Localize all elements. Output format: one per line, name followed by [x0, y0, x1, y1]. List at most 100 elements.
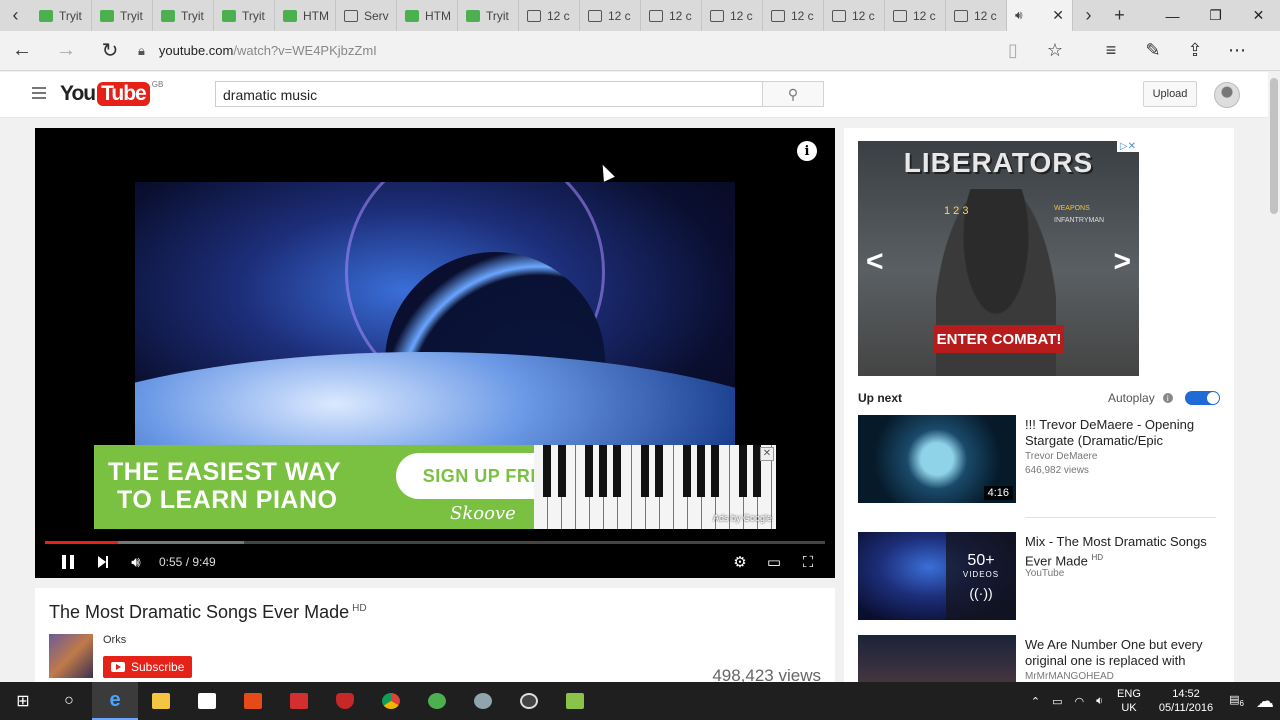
sidebar-ad[interactable]: LIBERATORS 1 2 3 WEAPONS INFANTRYMAN < >… — [858, 141, 1139, 376]
scrollbar-thumb[interactable] — [1270, 78, 1278, 214]
upload-button[interactable]: Upload — [1143, 81, 1197, 107]
battery-icon[interactable]: ▭ — [1046, 695, 1068, 708]
browser-tab[interactable]: HTM — [397, 0, 458, 31]
web-note-icon[interactable]: ✎ — [1132, 31, 1174, 71]
volume-button[interactable]: 🔊︎ — [119, 546, 153, 578]
tab-scroll-left-icon[interactable]: ‹ — [0, 0, 31, 31]
info-icon[interactable]: i — [797, 141, 817, 161]
page-icon — [588, 9, 602, 22]
refresh-icon[interactable]: ↻ — [88, 31, 132, 71]
edge-browser-icon[interactable]: e — [92, 682, 138, 720]
guide-menu-icon[interactable] — [32, 87, 46, 99]
app-mail-icon[interactable] — [276, 682, 322, 720]
browser-tab[interactable]: 12 c — [946, 0, 1007, 31]
channel-name[interactable]: Orks — [103, 634, 126, 646]
language-indicator[interactable]: ENG UK — [1109, 687, 1149, 715]
lock-icon: 🔒︎ — [138, 42, 145, 58]
recommendation-title[interactable]: !!! Trevor DeMaere - Opening Stargate (D… — [1025, 417, 1220, 449]
browser-tab[interactable]: Tryit — [31, 0, 92, 31]
window-close-icon[interactable]: ✕ — [1237, 0, 1280, 31]
side-ad-next-icon[interactable]: > — [1113, 245, 1131, 279]
channel-thumbnail[interactable] — [49, 634, 93, 678]
search-input[interactable]: dramatic music — [215, 81, 763, 107]
youtube-logo[interactable]: You Tube GB — [60, 80, 163, 106]
browser-tab[interactable]: 12 c — [763, 0, 824, 31]
browser-tab-label: 12 c — [669, 8, 692, 23]
playlist-thumbnail[interactable]: 50+ VIDEOS ((·)) — [858, 532, 1016, 620]
pause-button[interactable] — [51, 546, 85, 578]
url-field[interactable]: 🔒︎ youtube.com/watch?v=WE4PKjbzZmI — [138, 43, 988, 59]
fullscreen-button[interactable]: ⛶ — [791, 546, 825, 578]
page-icon — [832, 9, 846, 22]
page-scrollbar[interactable] — [1268, 72, 1280, 682]
subscribe-label: Subscribe — [131, 660, 185, 674]
ad-close-icon[interactable]: ✕ — [760, 447, 774, 461]
browser-tab[interactable]: Tryit — [92, 0, 153, 31]
favorite-star-icon[interactable]: ☆ — [1034, 31, 1076, 71]
browser-tab[interactable]: 12 c — [580, 0, 641, 31]
browser-tab[interactable]: HTM — [275, 0, 336, 31]
recommendation-item[interactable]: 50+ VIDEOS ((·)) Mix - The Most Dramatic… — [858, 532, 1218, 622]
search-button[interactable]: ⚲ — [762, 81, 824, 107]
back-icon[interactable]: ← — [0, 31, 44, 71]
adchoices-icon[interactable]: ▷✕ — [1116, 141, 1139, 152]
browser-tab[interactable]: 12 c — [885, 0, 946, 31]
subscribe-button[interactable]: Subscribe — [103, 656, 193, 678]
store-icon[interactable] — [184, 682, 230, 720]
recommendation-thumbnail[interactable] — [858, 635, 1016, 682]
account-avatar[interactable] — [1214, 82, 1240, 108]
settings-button[interactable]: ⚙ — [723, 546, 757, 578]
file-explorer-icon[interactable] — [138, 682, 184, 720]
start-windows-icon[interactable]: ⊞ — [0, 682, 46, 720]
action-center-icon[interactable]: ▤6 — [1223, 693, 1250, 708]
share-icon[interactable]: ⇪ — [1174, 31, 1216, 71]
next-button[interactable] — [85, 546, 119, 578]
browser-tab[interactable]: 12 c — [519, 0, 580, 31]
side-ad-button[interactable]: ENTER COMBAT! — [934, 325, 1064, 353]
browser-tab[interactable]: 12 c — [824, 0, 885, 31]
recommendation-item[interactable]: We Are Number One but every original one… — [858, 635, 1218, 682]
recommendation-title[interactable]: Mix - The Most Dramatic Songs Ever Made … — [1025, 534, 1220, 569]
autoplay-info-icon[interactable]: i — [1162, 393, 1173, 403]
maximize-icon[interactable]: ❐ — [1194, 0, 1237, 31]
browser-tab[interactable]: Tryit — [214, 0, 275, 31]
video-info-panel: The Most Dramatic Songs Ever Made HD Orks… — [35, 588, 835, 682]
obs-icon[interactable] — [506, 682, 552, 720]
theater-mode-button[interactable]: ▭ — [757, 546, 791, 578]
overlay-ad[interactable]: THE EASIEST WAY TO LEARN PIANO SIGN UP F… — [94, 445, 776, 529]
browser-tab[interactable]: 12 c — [641, 0, 702, 31]
cortana-search-icon[interactable]: ○ — [46, 682, 92, 720]
chrome-icon[interactable] — [368, 682, 414, 720]
recommendation-thumbnail[interactable]: 4:16 — [858, 415, 1016, 503]
browser-tab[interactable]: Serv — [336, 0, 397, 31]
app-red-icon[interactable] — [230, 682, 276, 720]
onedrive-cloud-icon[interactable]: ☁ — [1250, 691, 1280, 712]
utorrent-icon[interactable] — [414, 682, 460, 720]
autoplay-toggle[interactable] — [1185, 391, 1220, 405]
app-cloud-icon[interactable] — [460, 682, 506, 720]
clock[interactable]: 14:52 05/11/2016 — [1149, 687, 1223, 715]
recommendation-title[interactable]: We Are Number One but every original one… — [1025, 637, 1220, 669]
hub-icon[interactable]: ≡ — [1090, 31, 1132, 71]
mcafee-shield-icon[interactable] — [322, 682, 368, 720]
side-ad-prev-icon[interactable]: < — [866, 245, 884, 279]
forward-icon[interactable]: → — [44, 31, 88, 71]
notepad-plus-icon[interactable] — [552, 682, 598, 720]
tab-close-icon[interactable]: ✕ — [1052, 7, 1064, 24]
wifi-icon[interactable]: ◠ — [1069, 695, 1091, 708]
browser-tab[interactable]: Tryit — [153, 0, 214, 31]
browser-tab[interactable]: 12 c — [702, 0, 763, 31]
recommendation-item[interactable]: 4:16 !!! Trevor DeMaere - Opening Starga… — [858, 415, 1218, 505]
tab-scroll-right-icon[interactable]: › — [1073, 0, 1104, 31]
reading-view-icon[interactable]: ▯ — [992, 31, 1034, 71]
new-tab-icon[interactable]: + — [1104, 0, 1135, 31]
volume-tray-icon[interactable]: 🔉︎ — [1090, 695, 1109, 708]
video-player[interactable]: i THE EASIEST WAY TO LEARN PIANO SIGN UP… — [35, 128, 835, 578]
browser-tab-active[interactable]: 🔊︎ ✕ — [1007, 0, 1073, 31]
minimize-icon[interactable]: — — [1151, 0, 1194, 31]
tray-expand-icon[interactable]: ⌃ — [1025, 695, 1046, 708]
progress-bar[interactable] — [45, 541, 825, 544]
browser-tab-label: 12 c — [791, 8, 814, 23]
more-options-icon[interactable]: ⋯ — [1216, 31, 1258, 71]
browser-tab[interactable]: Tryit — [458, 0, 519, 31]
